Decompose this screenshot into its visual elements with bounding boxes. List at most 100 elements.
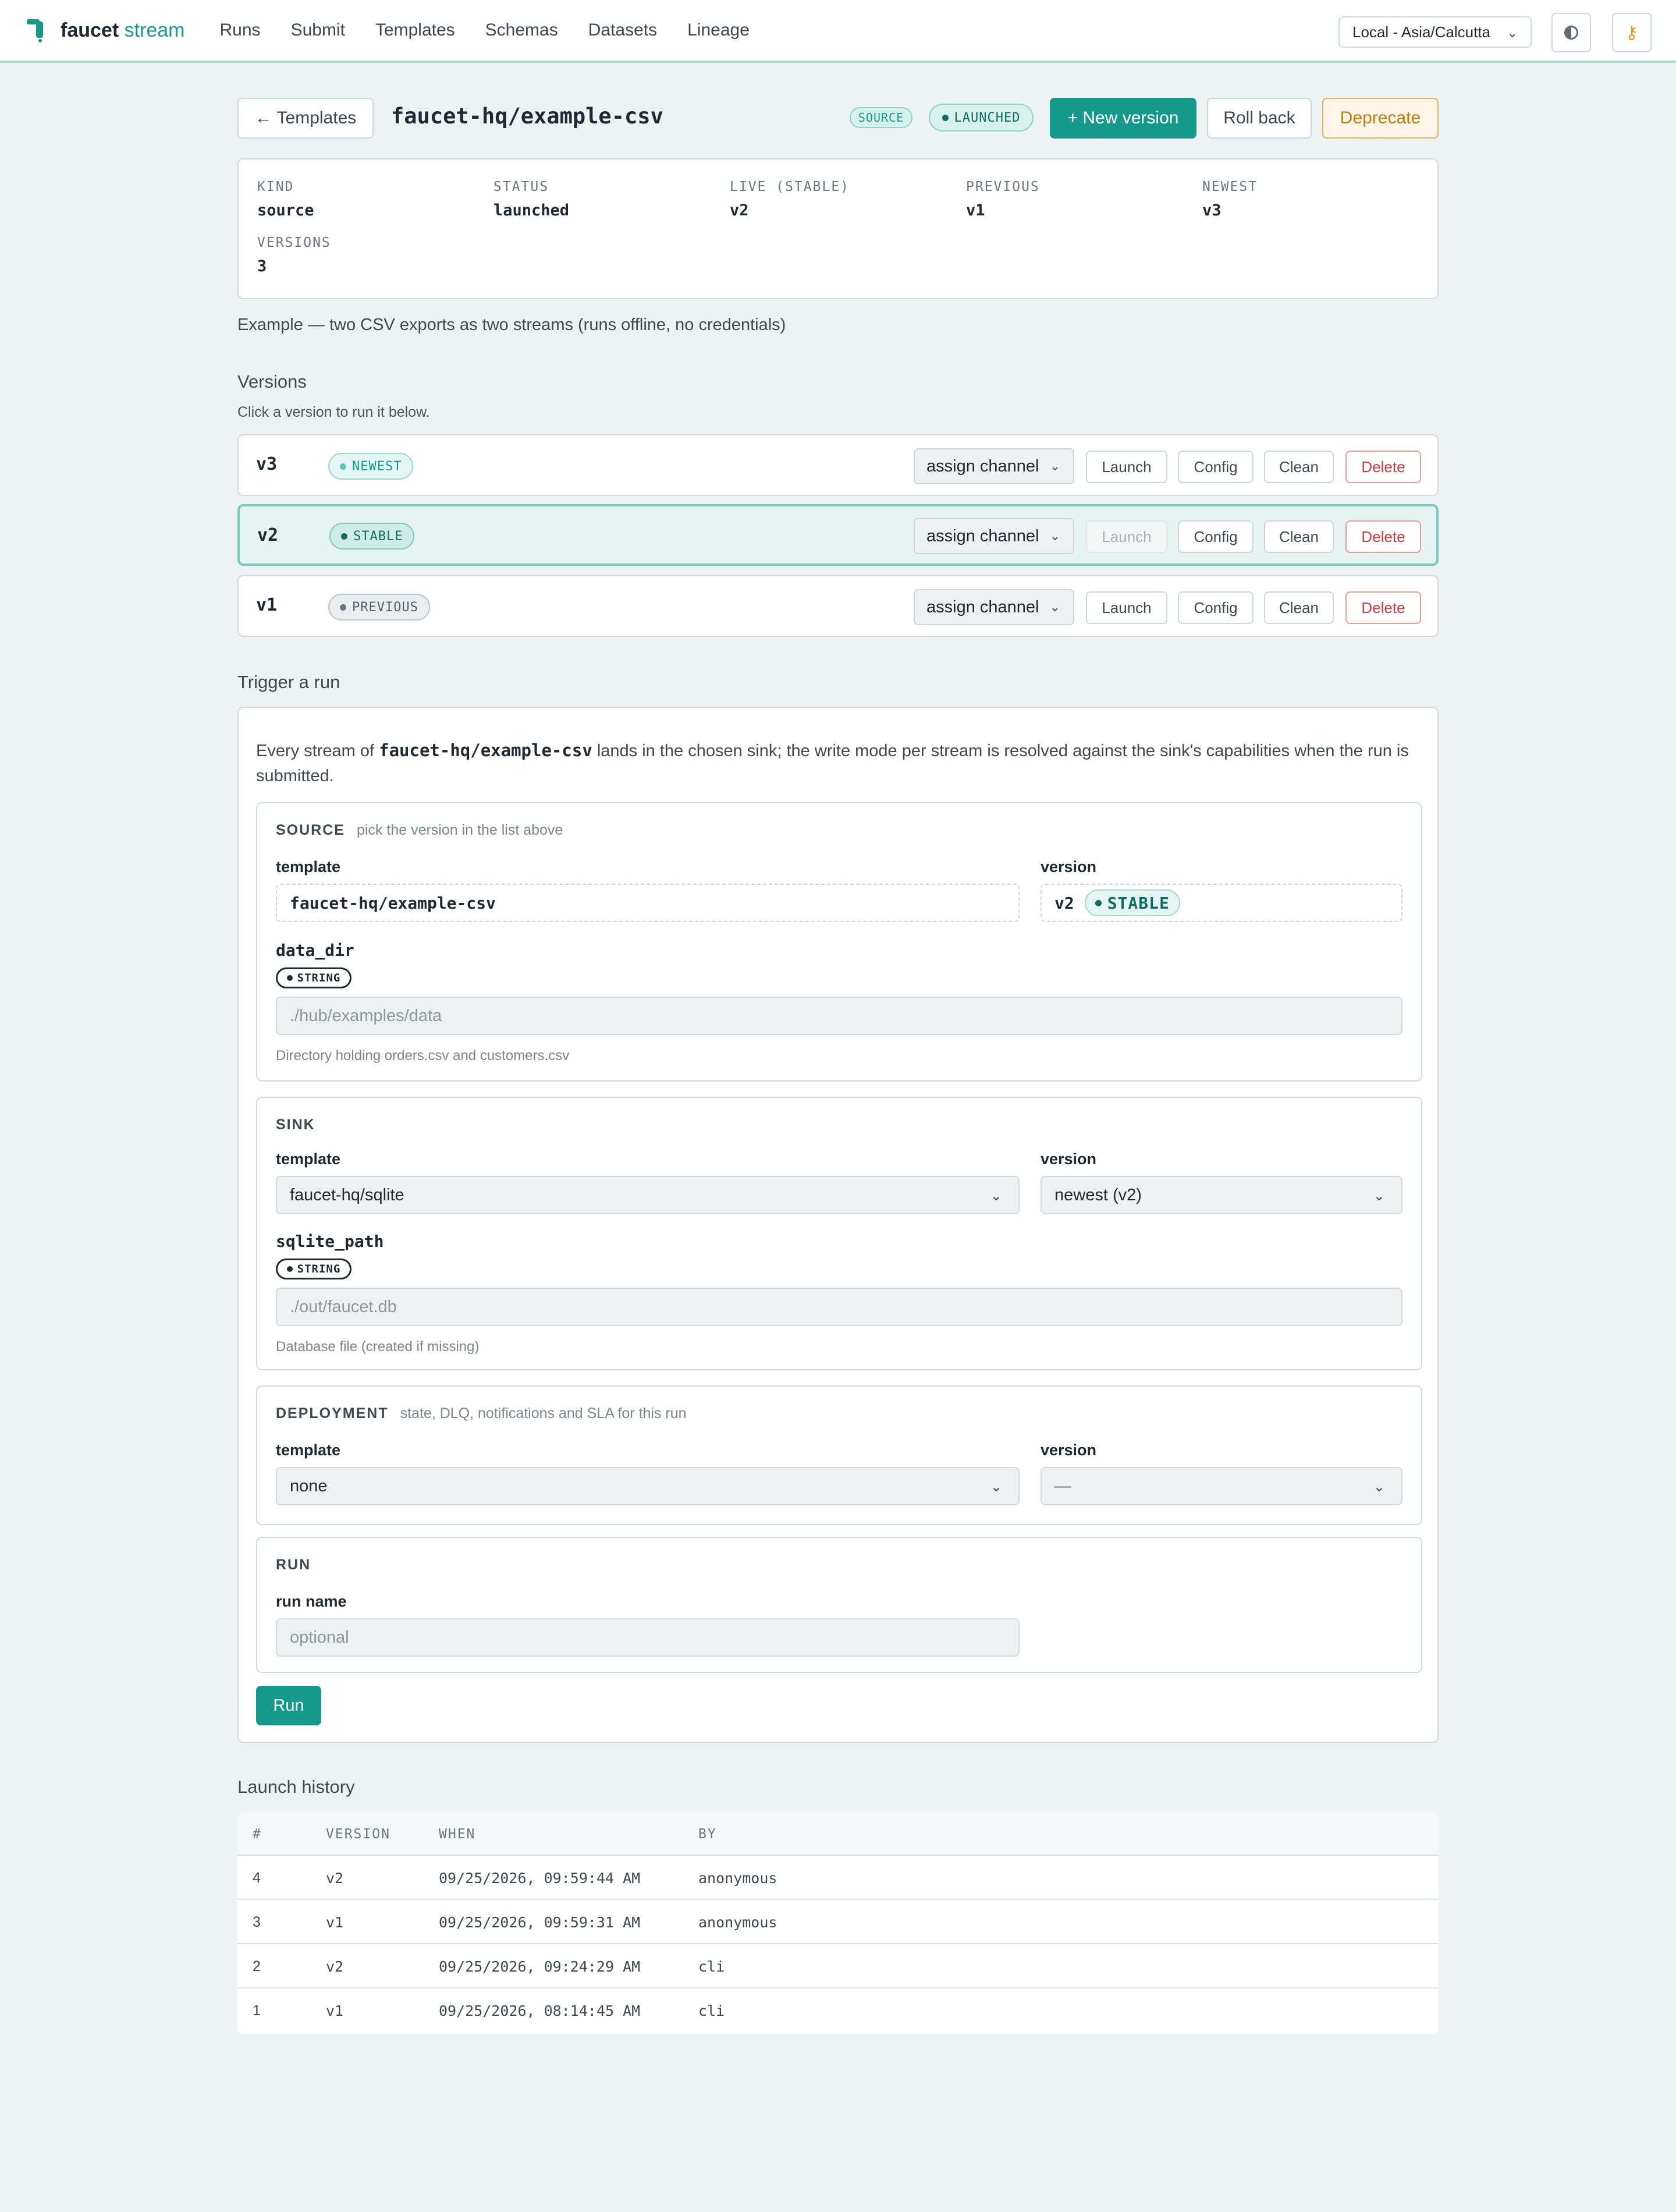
timezone-value: Local - Asia/Calcutta — [1352, 23, 1491, 41]
contrast-icon — [1564, 26, 1578, 40]
trigger-heading: Trigger a run — [237, 672, 340, 692]
status-badge: LAUNCHED — [929, 104, 1034, 132]
table-row: 1 v1 09/25/2026, 08:14:45 AM cli — [253, 2002, 725, 2019]
source-version-display: v2 STABLE — [1041, 884, 1402, 922]
back-to-templates-button[interactable]: ← Templates — [237, 98, 374, 139]
version-row-v3[interactable]: v3 NEWEST assign channel ⌄ Launch Config … — [237, 434, 1439, 496]
key-icon: ⚷ — [1625, 23, 1638, 42]
config-button[interactable]: Config — [1178, 520, 1254, 553]
run-name-label: run name — [276, 1593, 347, 1610]
version-name: v2 — [257, 525, 279, 545]
delete-button[interactable]: Delete — [1345, 520, 1421, 553]
chevron-down-icon: ⌄ — [1373, 1479, 1385, 1495]
brand-name: faucet stream — [61, 19, 185, 41]
newest-badge: NEWEST — [328, 453, 414, 480]
version-row-v2[interactable]: v2 STABLE assign channel ⌄ Launch Config … — [237, 504, 1439, 566]
api-key-button[interactable]: ⚷ — [1612, 13, 1652, 52]
chevron-down-icon: ⌄ — [1049, 459, 1060, 473]
data-dir-label: data_dir — [276, 941, 354, 960]
run-button[interactable]: Run — [256, 1686, 321, 1725]
chevron-down-icon: ⌄ — [1373, 1188, 1385, 1204]
string-type-badge: STRING — [276, 1259, 351, 1279]
run-name-input[interactable]: optional — [276, 1618, 1020, 1657]
sink-template-label: template — [276, 1150, 341, 1168]
sqlite-path-label: sqlite_path — [276, 1232, 384, 1251]
dot-icon — [340, 463, 346, 470]
timezone-select[interactable]: Local - Asia/Calcutta ⌄ — [1338, 16, 1532, 48]
source-heading: SOURCE pick the version in the list above — [276, 822, 563, 838]
versions-subtitle: Click a version to run it below. — [237, 404, 430, 420]
launch-button[interactable]: Launch — [1086, 451, 1167, 483]
nav-link-runs[interactable]: Runs — [220, 20, 261, 40]
trigger-intro: Every stream of faucet-hq/example-csv la… — [256, 740, 1409, 785]
deployment-version-select[interactable]: — ⌄ — [1041, 1467, 1402, 1505]
assign-channel-select[interactable]: assign channel ⌄ — [914, 589, 1074, 625]
deployment-version-label: version — [1041, 1441, 1097, 1459]
deployment-heading: DEPLOYMENT state, DLQ, notifications and … — [276, 1405, 687, 1422]
stable-badge: STABLE — [1084, 889, 1180, 916]
stat-status: STATUS launched — [493, 179, 570, 219]
dot-icon — [1095, 899, 1102, 906]
launch-button: Launch — [1086, 520, 1167, 553]
config-button[interactable]: Config — [1178, 451, 1254, 483]
launch-button[interactable]: Launch — [1086, 591, 1167, 624]
nav-link-submit[interactable]: Submit — [291, 20, 345, 40]
table-row: 3 v1 09/25/2026, 09:59:31 AM anonymous — [237, 1900, 1439, 1944]
table-row: 4 v2 09/25/2026, 09:59:44 AM anonymous — [237, 1856, 1439, 1900]
new-version-button[interactable]: + New version — [1050, 98, 1196, 139]
chevron-down-icon: ⌄ — [1507, 26, 1518, 40]
delete-button[interactable]: Delete — [1345, 451, 1421, 483]
sink-template-select[interactable]: faucet-hq/sqlite ⌄ — [276, 1176, 1020, 1214]
sink-version-label: version — [1041, 1150, 1097, 1168]
chevron-down-icon: ⌄ — [1049, 600, 1060, 614]
theme-toggle-button[interactable] — [1551, 13, 1591, 52]
deployment-panel: DEPLOYMENT state, DLQ, notifications and … — [256, 1385, 1422, 1525]
string-type-badge: STRING — [276, 967, 351, 988]
trigger-card: Every stream of faucet-hq/example-csv la… — [237, 707, 1439, 1743]
template-description: Example — two CSV exports as two streams… — [237, 316, 786, 334]
sqlite-path-input[interactable]: ./out/faucet.db — [276, 1288, 1402, 1326]
version-row-v1[interactable]: v1 PREVIOUS assign channel ⌄ Launch Confi… — [237, 575, 1439, 637]
stat-kind: KIND source — [257, 179, 314, 219]
stat-previous: PREVIOUS v1 — [966, 179, 1040, 219]
clean-button[interactable]: Clean — [1264, 591, 1334, 624]
deployment-template-select[interactable]: none ⌄ — [276, 1467, 1020, 1505]
dot-icon — [286, 975, 293, 981]
source-panel: SOURCE pick the version in the list above… — [256, 802, 1422, 1082]
launch-history-table: # VERSION WHEN BY 4 v2 09/25/2026, 09:59… — [237, 1812, 1439, 2034]
source-template-display: faucet-hq/example-csv — [276, 884, 1020, 922]
nav-link-schemas[interactable]: Schemas — [485, 20, 558, 40]
nav-link-templates[interactable]: Templates — [375, 20, 455, 40]
data-dir-input[interactable]: ./hub/examples/data — [276, 997, 1402, 1035]
clean-button[interactable]: Clean — [1264, 451, 1334, 483]
deployment-template-label: template — [276, 1441, 341, 1459]
version-name: v1 — [256, 595, 278, 615]
summary-card: KIND source STATUS launched LIVE (STABLE… — [237, 158, 1439, 299]
table-row: 2 v2 09/25/2026, 09:24:29 AM cli — [237, 1944, 1439, 1988]
brand-logo[interactable]: faucet stream — [27, 17, 185, 44]
assign-channel-select[interactable]: assign channel ⌄ — [914, 448, 1074, 484]
nav-link-datasets[interactable]: Datasets — [588, 20, 657, 40]
launch-history-heading: Launch history — [237, 1777, 355, 1797]
delete-button[interactable]: Delete — [1345, 591, 1421, 624]
config-button[interactable]: Config — [1178, 591, 1254, 624]
stat-versions: VERSIONS 3 — [257, 235, 331, 275]
sink-panel: SINK template faucet-hq/sqlite ⌄ version … — [256, 1097, 1422, 1370]
nav-links: Runs Submit Templates Schemas Datasets L… — [220, 20, 780, 40]
deprecate-button[interactable]: Deprecate — [1322, 98, 1439, 139]
stat-newest: NEWEST v3 — [1202, 179, 1258, 219]
chevron-down-icon: ⌄ — [1049, 529, 1060, 543]
table-header: # VERSION WHEN BY — [237, 1812, 1439, 1856]
roll-back-button[interactable]: Roll back — [1207, 98, 1312, 139]
sink-version-select[interactable]: newest (v2) ⌄ — [1041, 1176, 1402, 1214]
previous-badge: PREVIOUS — [328, 594, 430, 621]
nav-link-lineage[interactable]: Lineage — [687, 20, 750, 40]
clean-button[interactable]: Clean — [1264, 520, 1334, 553]
dot-icon — [286, 1266, 293, 1272]
status-dot-icon — [942, 114, 949, 121]
page-title: faucet-hq/example-csv — [391, 104, 663, 129]
kind-badge: SOURCE — [850, 107, 912, 128]
run-panel: RUN run name optional — [256, 1537, 1422, 1673]
assign-channel-select[interactable]: assign channel ⌄ — [914, 518, 1074, 554]
dot-icon — [340, 604, 346, 611]
